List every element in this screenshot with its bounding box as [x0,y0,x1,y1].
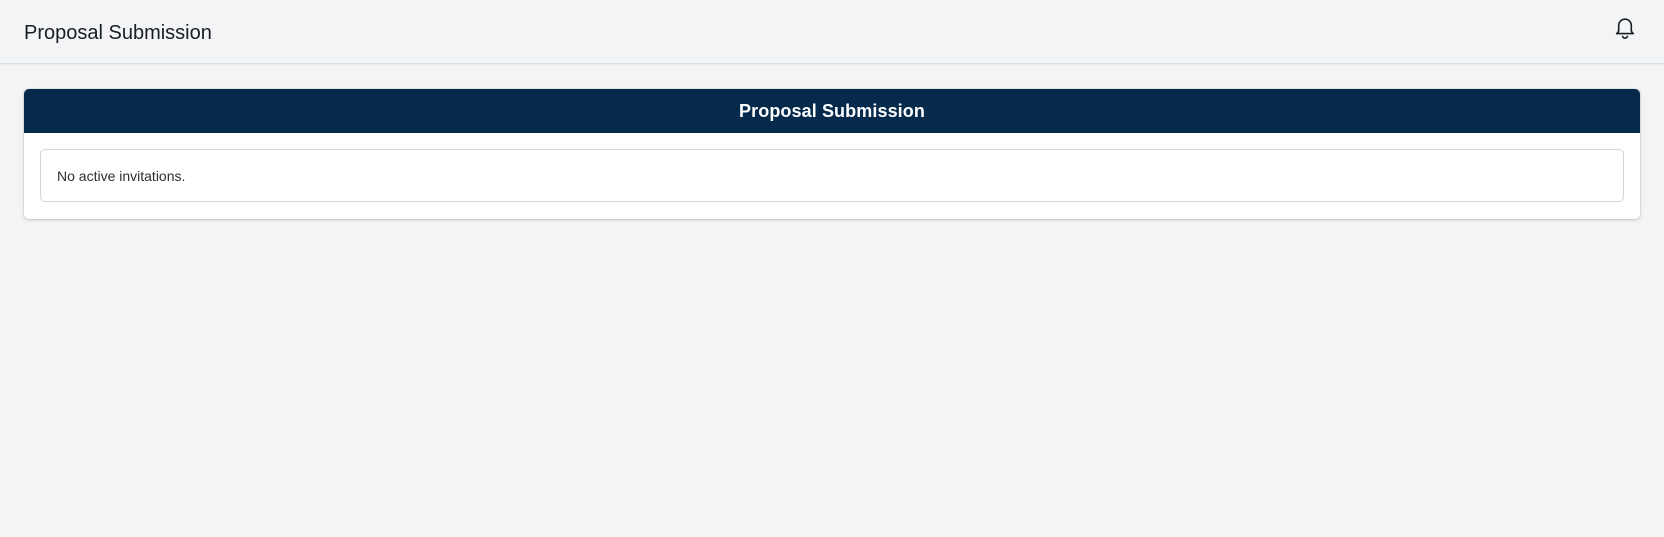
card-header: Proposal Submission [24,89,1640,133]
card-title: Proposal Submission [739,100,925,121]
proposal-submission-card: Proposal Submission No active invitation… [24,89,1640,219]
page-title: Proposal Submission [24,22,212,44]
top-bar: Proposal Submission [0,0,1664,64]
bell-icon [1614,17,1636,41]
empty-state-message: No active invitations. [57,167,186,184]
notifications-button[interactable] [1612,16,1638,42]
card-body: No active invitations. [24,133,1640,218]
empty-state-notice: No active invitations. [40,149,1624,202]
